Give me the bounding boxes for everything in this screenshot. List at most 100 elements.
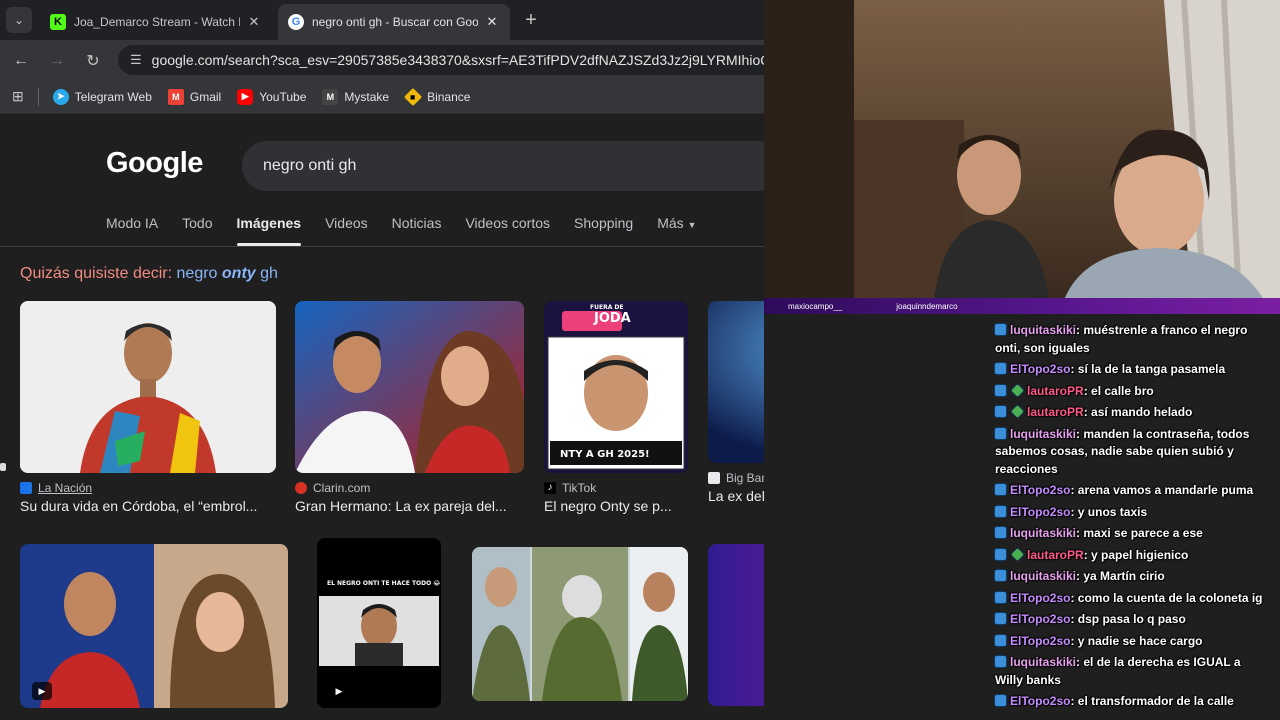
chat-username[interactable]: lautaroPR	[1027, 548, 1084, 562]
bookmark-binance[interactable]: ◆ Binance	[404, 87, 470, 106]
chat-username[interactable]: ElTopo2so	[1010, 612, 1070, 626]
overlay-label: JODA	[594, 311, 631, 326]
tab-noticias[interactable]: Noticias	[392, 215, 442, 241]
image-result[interactable]: La Nación Su dura vida en Córdoba, el “e…	[20, 301, 276, 514]
chat-username[interactable]: ElTopo2so	[1010, 634, 1070, 648]
close-icon[interactable]: ✕	[484, 14, 500, 30]
result-caption[interactable]: Gran Hermano: La ex pareja del...	[295, 498, 524, 514]
image-result[interactable]	[708, 544, 764, 706]
tab-title: Joa_Demarco Stream - Watch L	[74, 15, 240, 29]
source-name: Big Bang! News	[726, 471, 764, 485]
forward-icon[interactable]: →	[44, 48, 70, 74]
bookmark-telegram[interactable]: ➤ Telegram Web	[52, 88, 152, 105]
result-source[interactable]: ♪ TikTok	[544, 481, 688, 495]
chat-username[interactable]: ElTopo2so	[1010, 483, 1070, 497]
chat-username[interactable]: ElTopo2so	[1010, 591, 1070, 605]
did-you-mean-link[interactable]: negro onty gh	[177, 265, 278, 282]
bookmark-mystake[interactable]: M Mystake	[322, 88, 390, 105]
tab-mas-label: Más	[657, 215, 684, 231]
bookmark-label: Gmail	[189, 89, 222, 104]
stream-chat: luquitaskiki: muéstrenle a franco el neg…	[995, 322, 1270, 715]
chat-text: : ya Martín cirio	[1076, 569, 1165, 583]
image-result[interactable]: FUERA DE JODA NTY A GH 2025! ♪ TikTok El …	[544, 301, 688, 514]
tab-google-search[interactable]: G negro onti gh - Buscar con Goo ✕	[278, 4, 510, 40]
bookmark-youtube[interactable]: ▶ YouTube	[237, 88, 306, 105]
site-icon	[20, 482, 32, 494]
result-thumbnail[interactable]	[295, 301, 524, 473]
browser-toolbar: ← → ↻ ☰ google.com/search?sca_esv=290573…	[0, 40, 778, 80]
back-icon[interactable]: ←	[8, 48, 34, 74]
tab-search-icon[interactable]: ⌄	[6, 7, 32, 33]
tab-videos[interactable]: Videos	[325, 215, 368, 241]
address-bar[interactable]: ☰ google.com/search?sca_esv=29057385e343…	[118, 45, 778, 75]
result-caption[interactable]: Su dura vida en Córdoba, el “embrol...	[20, 498, 276, 514]
bookmark-gmail[interactable]: M Gmail	[167, 88, 222, 105]
result-source[interactable]: La Nación	[20, 481, 276, 495]
bookmark-label: Telegram Web	[74, 89, 152, 104]
chat-username[interactable]: luquitaskiki	[1010, 427, 1076, 441]
site-info-icon[interactable]: ☰	[130, 52, 142, 68]
collage-photo	[472, 547, 688, 701]
chat-message: ElTopo2so: el transformador de la calle	[995, 693, 1270, 711]
result-caption[interactable]: El negro Onty se p...	[544, 498, 688, 514]
result-thumbnail[interactable]	[708, 544, 764, 706]
chat-text: : y unos taxis	[1070, 504, 1148, 519]
couple-gh-photo	[20, 544, 288, 708]
image-result[interactable]: ▶	[20, 544, 288, 708]
google-logo[interactable]: Google	[106, 147, 203, 180]
close-icon[interactable]: ✕	[246, 14, 262, 30]
mystake-icon: M	[322, 88, 339, 105]
did-you-mean-prefix: Quizás quisiste decir:	[20, 265, 173, 282]
chat-username[interactable]: luquitaskiki	[1010, 655, 1076, 669]
tiktok-icon: ♪	[544, 482, 556, 494]
chat-badge-icon	[995, 406, 1006, 417]
tab-imagenes[interactable]: Imágenes	[236, 215, 301, 246]
chat-text: : el calle bro	[1083, 383, 1154, 398]
chat-username[interactable]: ElTopo2so	[1010, 694, 1070, 708]
chat-message: ElTopo2so: y unos taxis	[995, 504, 1270, 522]
image-result[interactable]: Clarin.com Gran Hermano: La ex pareja de…	[295, 301, 524, 514]
image-result[interactable]: Big Bang! News La ex del "Negro" Onty ap…	[708, 301, 764, 504]
suggestion-part: gh	[260, 265, 278, 282]
tab-videos-cortos[interactable]: Videos cortos	[465, 215, 550, 241]
apps-grid-icon[interactable]: ⊞	[12, 88, 24, 105]
chat-username[interactable]: luquitaskiki	[1010, 569, 1076, 583]
webcam-image	[764, 0, 1280, 300]
tab-shopping[interactable]: Shopping	[574, 215, 633, 241]
search-tabs: Modo IA Todo Imágenes Videos Noticias Vi…	[106, 215, 720, 246]
tab-todo[interactable]: Todo	[182, 215, 212, 241]
chat-username[interactable]: luquitaskiki	[1010, 323, 1076, 337]
result-thumbnail[interactable]	[472, 547, 688, 701]
chat-username[interactable]: ElTopo2so	[1010, 362, 1070, 376]
result-caption[interactable]: La ex del "Negro" Onty apuntó contra el …	[708, 488, 764, 504]
result-thumbnail[interactable]: EL NEGRO ONTI TE HACE TODO 😂 ▶	[317, 538, 441, 708]
source-name: Clarin.com	[313, 481, 371, 495]
result-source[interactable]: Clarin.com	[295, 481, 524, 495]
chat-message: lautaroPR: así mando helado	[995, 404, 1270, 422]
tab-modo-ia[interactable]: Modo IA	[106, 215, 158, 241]
source-name: TikTok	[562, 481, 597, 495]
search-input[interactable]: negro onti gh	[242, 141, 764, 191]
image-result[interactable]	[472, 547, 688, 701]
chat-badge-icon	[995, 570, 1006, 581]
result-thumbnail[interactable]: ▶	[20, 544, 288, 708]
result-thumbnail[interactable]	[708, 301, 764, 463]
tab-mas[interactable]: Más ▼	[657, 215, 696, 241]
chat-username[interactable]: ElTopo2so	[1010, 505, 1070, 519]
result-source[interactable]: Big Bang! News	[708, 471, 764, 485]
result-thumbnail[interactable]	[20, 301, 276, 473]
telegram-icon: ➤	[52, 88, 69, 105]
result-thumbnail[interactable]: FUERA DE JODA NTY A GH 2025!	[544, 301, 688, 473]
tab-stream[interactable]: K Joa_Demarco Stream - Watch L ✕	[40, 4, 272, 40]
chat-username[interactable]: lautaroPR	[1027, 384, 1084, 398]
new-tab-icon[interactable]: +	[518, 7, 544, 33]
chat-username[interactable]: luquitaskiki	[1010, 526, 1076, 540]
chat-badge-icon	[995, 695, 1006, 706]
bookmark-label: Mystake	[344, 89, 390, 104]
image-result[interactable]: EL NEGRO ONTI TE HACE TODO 😂 ▶	[317, 538, 441, 708]
chat-badge-icon	[1011, 547, 1024, 561]
chat-text: : dsp pasa lo q paso	[1070, 612, 1186, 626]
chat-username[interactable]: lautaroPR	[1027, 405, 1084, 419]
reload-icon[interactable]: ↻	[80, 48, 106, 74]
screen: { "browser": { "tabs": [ {"title": "Joa_…	[0, 0, 1280, 720]
